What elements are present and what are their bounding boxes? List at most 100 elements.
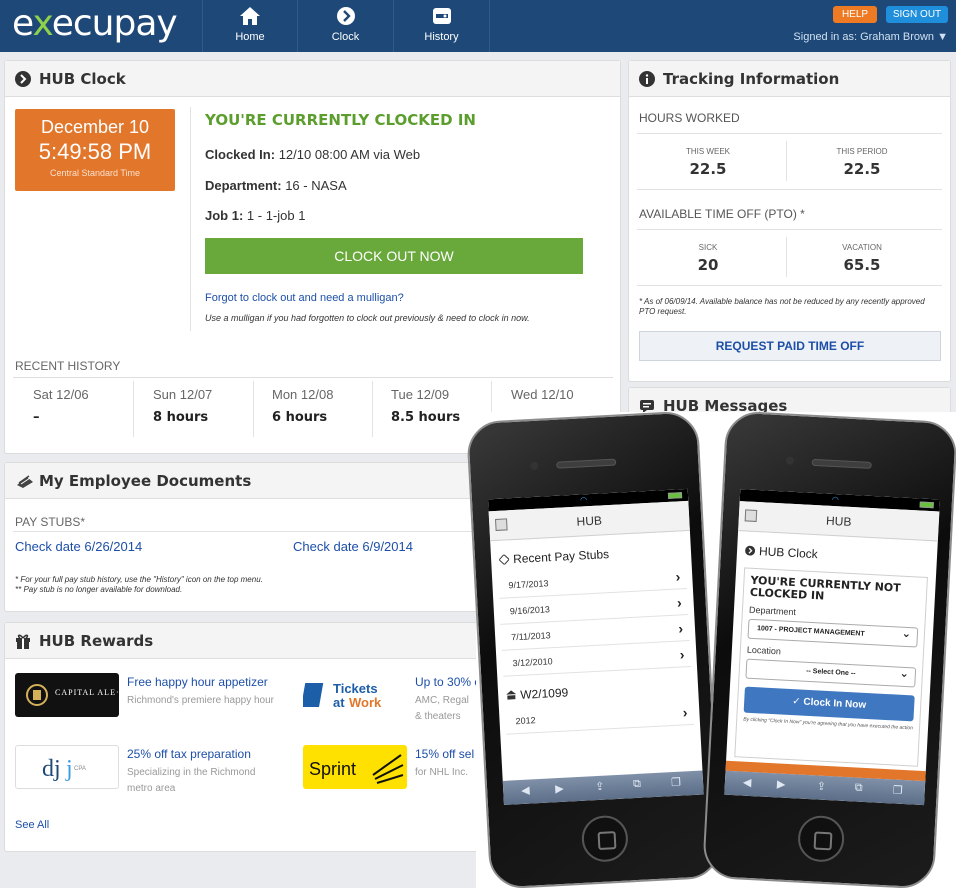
signed-in-user[interactable]: Signed in as: Graham Brown ▼: [793, 31, 948, 43]
recent-history-title: RECENT HISTORY: [15, 359, 121, 373]
svg-text:Work: Work: [349, 695, 382, 710]
clock-in-button[interactable]: ✓ Clock In Now: [743, 686, 915, 722]
nav-home[interactable]: Home: [202, 0, 298, 52]
nav-history[interactable]: History: [394, 0, 490, 52]
help-button[interactable]: HELP: [833, 6, 877, 23]
documents-icon: [17, 475, 33, 488]
svg-text:CPA: CPA: [74, 766, 86, 772]
tabs-icon[interactable]: ❐: [671, 776, 681, 790]
forward-icon[interactable]: ▶: [777, 777, 786, 790]
wifi-icon: ◠: [831, 494, 840, 505]
nav-clock[interactable]: Clock: [298, 0, 394, 52]
nav-home-label: Home: [235, 31, 265, 43]
phone-camera: [785, 456, 795, 465]
hub-clock-title: HUB Clock: [39, 70, 126, 88]
documents-note: * For your full pay stub history, use th…: [15, 575, 263, 594]
nav-clock-label: Clock: [331, 31, 360, 43]
rewards-title: HUB Rewards: [39, 632, 154, 650]
djj-cpa-logo-art: dj j CPA: [42, 756, 86, 782]
bookmarks-icon[interactable]: ⧉: [633, 778, 642, 791]
divider: [637, 229, 942, 230]
sprint-logo[interactable]: Sprint: [303, 745, 407, 789]
home-icon: [240, 7, 260, 25]
execupay-logo[interactable]: execupay: [12, 3, 178, 44]
department-select[interactable]: 1007 - PROJECT MANAGEMENT: [747, 618, 919, 648]
tickets-at-work-logo[interactable]: Tickets at Work: [301, 673, 407, 717]
reward-description: Specializing in the Richmond metro area: [127, 767, 256, 794]
svg-text:dj: dj: [42, 756, 61, 782]
reward-description: AMC, Regal & theaters: [415, 695, 469, 722]
pay-stub-link[interactable]: Check date 6/9/2014: [293, 539, 413, 554]
location-select[interactable]: -- Select One --: [745, 658, 917, 688]
reward-description: for NHL Inc.: [415, 767, 468, 778]
svg-text:at: at: [333, 695, 345, 710]
back-icon[interactable]: ◀: [521, 784, 530, 797]
reward-title[interactable]: 25% off tax preparation: [127, 747, 251, 761]
divider: [637, 133, 942, 134]
tabs-icon[interactable]: ❐: [892, 783, 903, 797]
this-period-stat: THIS PERIOD 22.5: [836, 147, 888, 178]
phone-screen: ◠ HUB HUB Clock YOU'RE CURRENTLY NOT CLO…: [724, 489, 941, 806]
menu-icon[interactable]: [495, 518, 508, 531]
tracking-header: Tracking Information: [629, 61, 950, 97]
clock-arrow-icon: [336, 7, 355, 25]
history-day: Wed 12/10: [511, 387, 574, 402]
pay-stub-link[interactable]: Check date 6/26/2014: [15, 539, 142, 554]
this-week-stat: THIS WEEK 22.5: [685, 147, 730, 178]
clock-status: YOU'RE CURRENTLY CLOCKED IN: [205, 111, 476, 129]
bank-icon: [506, 690, 517, 700]
mulligan-link[interactable]: Forgot to clock out and need a mulligan?: [205, 292, 404, 304]
job-info: Job 1: 1 - 1-job 1: [205, 208, 306, 223]
reward-title[interactable]: Up to 30% o: [415, 675, 481, 689]
divider: [133, 381, 134, 437]
reward-title[interactable]: 15% off sel: [415, 747, 474, 761]
see-all-link[interactable]: See All: [15, 819, 49, 831]
bookmarks-icon[interactable]: ⧉: [854, 781, 863, 794]
mobile-clock-form: YOU'RE CURRENTLY NOT CLOCKED IN Departme…: [734, 567, 928, 767]
tracking-information-panel: Tracking Information HOURS WORKED THIS W…: [628, 60, 951, 382]
share-icon[interactable]: ⇪: [595, 780, 605, 793]
menu-icon[interactable]: [744, 509, 758, 522]
request-pto-button[interactable]: REQUEST PAID TIME OFF: [639, 331, 941, 361]
divider: [253, 381, 254, 437]
reward-description: Richmond's premiere happy hour: [127, 695, 274, 706]
mobile-clock-status: YOU'RE CURRENTLY NOT CLOCKED IN: [749, 573, 902, 603]
divider: [190, 107, 191, 331]
phone-hub-clock: ◠ HUB HUB Clock YOU'RE CURRENTLY NOT CLO…: [701, 410, 956, 888]
wifi-icon: ◠: [579, 495, 588, 505]
back-icon[interactable]: ◀: [743, 776, 752, 789]
nav-history-label: History: [424, 31, 459, 43]
reward-title[interactable]: Free happy hour appetizer: [127, 675, 268, 689]
svg-text:j: j: [65, 756, 73, 782]
phone-screen: ◠ HUB Recent Pay Stubs 9/17/2013 9/16/20…: [487, 488, 704, 805]
clock-out-button[interactable]: CLOCK OUT NOW: [205, 238, 583, 274]
current-date: December 10: [40, 117, 150, 137]
phone-speaker: [556, 458, 617, 469]
divider: [372, 381, 373, 437]
sprint-logo-art: Sprint: [309, 754, 404, 784]
divider: [637, 189, 942, 190]
svg-text:CAPITAL ALE·HOUSE: CAPITAL ALE·HOUSE: [55, 688, 119, 697]
sick-stat: SICK 20: [697, 243, 719, 274]
sign-out-button[interactable]: SIGN OUT: [886, 6, 948, 23]
svg-text:Tickets: Tickets: [333, 681, 378, 696]
browser-toolbar: ◀ ▶ ⇪ ⧉ ❐: [502, 770, 704, 805]
forward-icon[interactable]: ▶: [555, 782, 564, 795]
gift-icon: [16, 634, 30, 649]
current-time: 5:49:58 PM: [38, 139, 152, 164]
phone-home-button[interactable]: [796, 814, 846, 863]
phone-home-button[interactable]: [580, 814, 630, 863]
tickets-at-work-logo-art: Tickets at Work: [301, 681, 382, 710]
clock-arrow-icon: [745, 545, 756, 556]
pto-note: * As of 06/09/14. Available balance has …: [639, 297, 925, 316]
djj-cpa-logo[interactable]: dj j CPA: [15, 745, 119, 789]
hub-clock-panel: HUB Clock December 10 5:49:58 PM Central…: [4, 60, 621, 454]
share-icon[interactable]: ⇪: [817, 780, 827, 793]
history-icon: [432, 8, 451, 24]
phone-camera: [530, 461, 539, 471]
hub-clock-header: HUB Clock: [5, 61, 620, 97]
pto-title: AVAILABLE TIME OFF (PTO) *: [639, 207, 805, 221]
vacation-stat: VACATION 65.5: [842, 243, 882, 274]
capital-ale-house-logo[interactable]: CAPITAL ALE·HOUSE: [15, 673, 150, 717]
pay-stub-icon: [498, 554, 510, 565]
